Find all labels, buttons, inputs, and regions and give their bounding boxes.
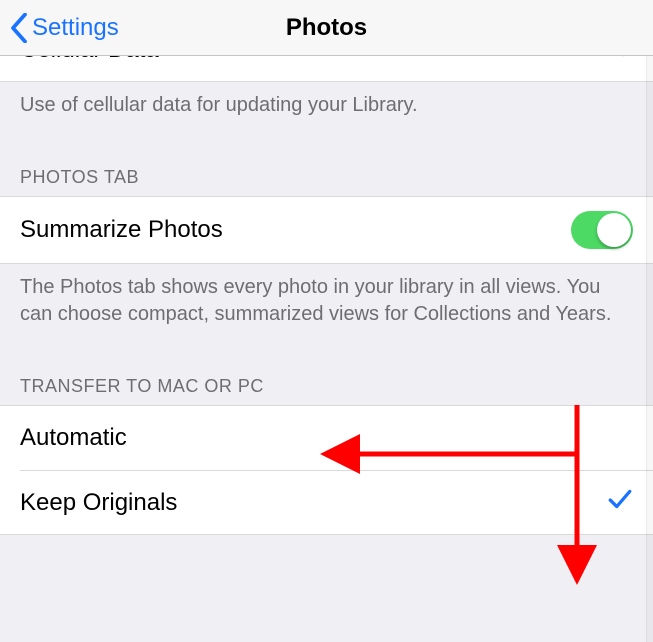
- summarize-photos-row[interactable]: Summarize Photos: [0, 196, 653, 264]
- chevron-left-icon: [10, 13, 28, 43]
- photos-tab-footer: The Photos tab shows every photo in your…: [0, 264, 653, 348]
- navigation-bar: Settings Photos: [0, 0, 653, 56]
- transfer-option-automatic[interactable]: Automatic: [0, 406, 653, 470]
- row-label: Summarize Photos: [20, 216, 223, 244]
- transfer-option-keep-originals[interactable]: Keep Originals: [20, 470, 653, 534]
- content-area: Cellular Data Use of cellular data for u…: [0, 56, 653, 642]
- chevron-right-icon: [621, 56, 633, 64]
- cellular-data-row[interactable]: Cellular Data: [0, 56, 653, 82]
- option-label: Keep Originals: [20, 489, 177, 517]
- row-label: Cellular Data: [20, 56, 159, 64]
- transfer-header: TRANSFER TO MAC OR PC: [0, 348, 653, 405]
- summarize-toggle[interactable]: [571, 211, 633, 249]
- toggle-knob: [597, 213, 631, 247]
- option-label: Automatic: [20, 424, 127, 452]
- back-button[interactable]: Settings: [0, 13, 119, 43]
- scroll-edge: [646, 56, 653, 642]
- photos-tab-header: PHOTOS TAB: [0, 139, 653, 196]
- back-label: Settings: [32, 14, 119, 42]
- cellular-footer: Use of cellular data for updating your L…: [0, 82, 653, 139]
- checkmark-icon: [607, 486, 633, 519]
- transfer-options-group: Automatic Keep Originals: [0, 405, 653, 535]
